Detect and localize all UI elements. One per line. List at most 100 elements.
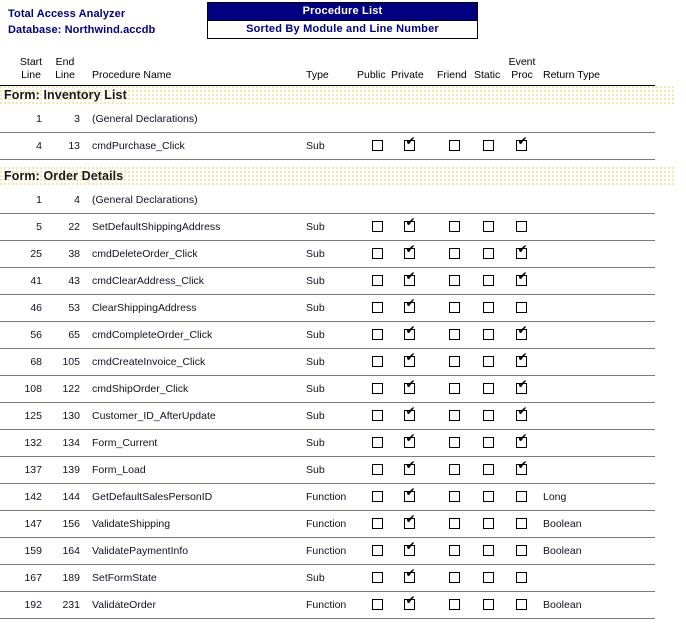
table-row: 46 53 ClearShippingAddress Sub ✔ [0, 295, 655, 322]
checkbox-private[interactable]: ✔ [404, 594, 416, 610]
column-header-end-line-2: Line [55, 69, 75, 81]
checkbox-private[interactable]: ✔ [404, 567, 416, 583]
checkbox-static[interactable] [483, 518, 494, 529]
checkbox-event-proc[interactable]: ✔ [516, 135, 528, 151]
checkbox-public[interactable] [372, 518, 383, 529]
checkbox-event-proc[interactable]: ✔ [516, 378, 528, 394]
checkbox-static[interactable] [483, 383, 494, 394]
checkbox-friend[interactable] [449, 491, 460, 502]
checkbox-private[interactable]: ✔ [404, 351, 416, 367]
checkbox-friend[interactable] [449, 329, 460, 340]
cell-procedure-name: cmdDeleteOrder_Click [92, 248, 198, 260]
cell-end-line: 38 [68, 248, 80, 260]
checkbox-private[interactable]: ✔ [404, 486, 416, 502]
checkbox-public[interactable] [372, 356, 383, 367]
checkbox-event-proc[interactable]: ✔ [516, 459, 528, 475]
checkbox-static[interactable] [483, 302, 494, 313]
checkbox-event-proc[interactable]: ✔ [516, 243, 528, 259]
checkbox-friend[interactable] [449, 599, 460, 610]
checkbox-static[interactable] [483, 545, 494, 556]
cell-start-line: 41 [30, 275, 42, 287]
cell-start-line: 147 [24, 518, 42, 530]
checkbox-event-proc[interactable]: ✔ [516, 405, 528, 421]
checkbox-event-proc[interactable] [516, 302, 527, 313]
checkbox-public[interactable] [372, 248, 383, 259]
checkbox-friend[interactable] [449, 275, 460, 286]
report-subtitle: Sorted By Module and Line Number [208, 20, 477, 38]
checkbox-private[interactable]: ✔ [404, 324, 416, 340]
cell-procedure-name: cmdCompleteOrder_Click [92, 329, 213, 341]
checkbox-static[interactable] [483, 221, 494, 232]
checkbox-event-proc[interactable]: ✔ [516, 432, 528, 448]
checkbox-private[interactable]: ✔ [404, 243, 416, 259]
table-row: 192 231 ValidateOrder Function Boolean ✔ [0, 592, 655, 619]
checkbox-private[interactable]: ✔ [404, 270, 416, 286]
checkbox-friend[interactable] [449, 248, 460, 259]
checkbox-private[interactable]: ✔ [404, 459, 416, 475]
checkbox-event-proc[interactable]: ✔ [516, 270, 528, 286]
checkbox-friend[interactable] [449, 410, 460, 421]
app-title: Total Access Analyzer [8, 8, 126, 20]
cell-type: Function [306, 518, 347, 530]
checkbox-public[interactable] [372, 275, 383, 286]
checkbox-static[interactable] [483, 275, 494, 286]
cell-type: Sub [306, 248, 325, 260]
checkbox-event-proc[interactable] [516, 572, 527, 583]
checkbox-event-proc[interactable] [516, 599, 527, 610]
checkbox-private[interactable]: ✔ [404, 540, 416, 556]
cell-procedure-name: cmdCreateInvoice_Click [92, 356, 206, 368]
cell-type: Sub [306, 464, 325, 476]
checkbox-public[interactable] [372, 572, 383, 583]
checkbox-event-proc[interactable] [516, 491, 527, 502]
checkbox-public[interactable] [372, 302, 383, 313]
checkbox-public[interactable] [372, 140, 383, 151]
checkbox-event-proc[interactable] [516, 518, 527, 529]
checkbox-public[interactable] [372, 221, 383, 232]
checkbox-public[interactable] [372, 329, 383, 340]
checkbox-event-proc[interactable]: ✔ [516, 351, 528, 367]
checkbox-friend[interactable] [449, 221, 460, 232]
checkbox-static[interactable] [483, 464, 494, 475]
table-row: 56 65 cmdCompleteOrder_Click Sub ✔ ✔ [0, 322, 655, 349]
checkbox-static[interactable] [483, 437, 494, 448]
checkbox-friend[interactable] [449, 464, 460, 475]
checkbox-public[interactable] [372, 545, 383, 556]
checkbox-public[interactable] [372, 383, 383, 394]
checkbox-static[interactable] [483, 140, 494, 151]
checkbox-static[interactable] [483, 599, 494, 610]
table-row: 25 38 cmdDeleteOrder_Click Sub ✔ ✔ [0, 241, 655, 268]
checkbox-public[interactable] [372, 491, 383, 502]
checkbox-friend[interactable] [449, 302, 460, 313]
checkbox-static[interactable] [483, 329, 494, 340]
cell-end-line: 231 [62, 599, 80, 611]
checkbox-event-proc[interactable]: ✔ [516, 324, 528, 340]
checkbox-event-proc[interactable] [516, 221, 527, 232]
cell-procedure-name: ValidateOrder [92, 599, 157, 611]
cell-start-line: 25 [30, 248, 42, 260]
checkbox-friend[interactable] [449, 437, 460, 448]
checkbox-public[interactable] [372, 464, 383, 475]
checkbox-static[interactable] [483, 491, 494, 502]
checkbox-friend[interactable] [449, 518, 460, 529]
checkbox-public[interactable] [372, 599, 383, 610]
checkbox-private[interactable]: ✔ [404, 432, 416, 448]
checkbox-friend[interactable] [449, 140, 460, 151]
checkbox-static[interactable] [483, 248, 494, 259]
checkbox-private[interactable]: ✔ [404, 216, 416, 232]
checkbox-static[interactable] [483, 410, 494, 421]
checkbox-private[interactable]: ✔ [404, 405, 416, 421]
checkbox-static[interactable] [483, 572, 494, 583]
checkbox-public[interactable] [372, 410, 383, 421]
checkbox-friend[interactable] [449, 545, 460, 556]
checkbox-private[interactable]: ✔ [404, 297, 416, 313]
checkbox-private[interactable]: ✔ [404, 378, 416, 394]
table-row: 125 130 Customer_ID_AfterUpdate Sub ✔ ✔ [0, 403, 655, 430]
checkbox-static[interactable] [483, 356, 494, 367]
checkbox-friend[interactable] [449, 572, 460, 583]
checkbox-friend[interactable] [449, 356, 460, 367]
checkbox-friend[interactable] [449, 383, 460, 394]
checkbox-private[interactable]: ✔ [404, 513, 416, 529]
checkbox-public[interactable] [372, 437, 383, 448]
checkbox-private[interactable]: ✔ [404, 135, 416, 151]
checkbox-event-proc[interactable] [516, 545, 527, 556]
